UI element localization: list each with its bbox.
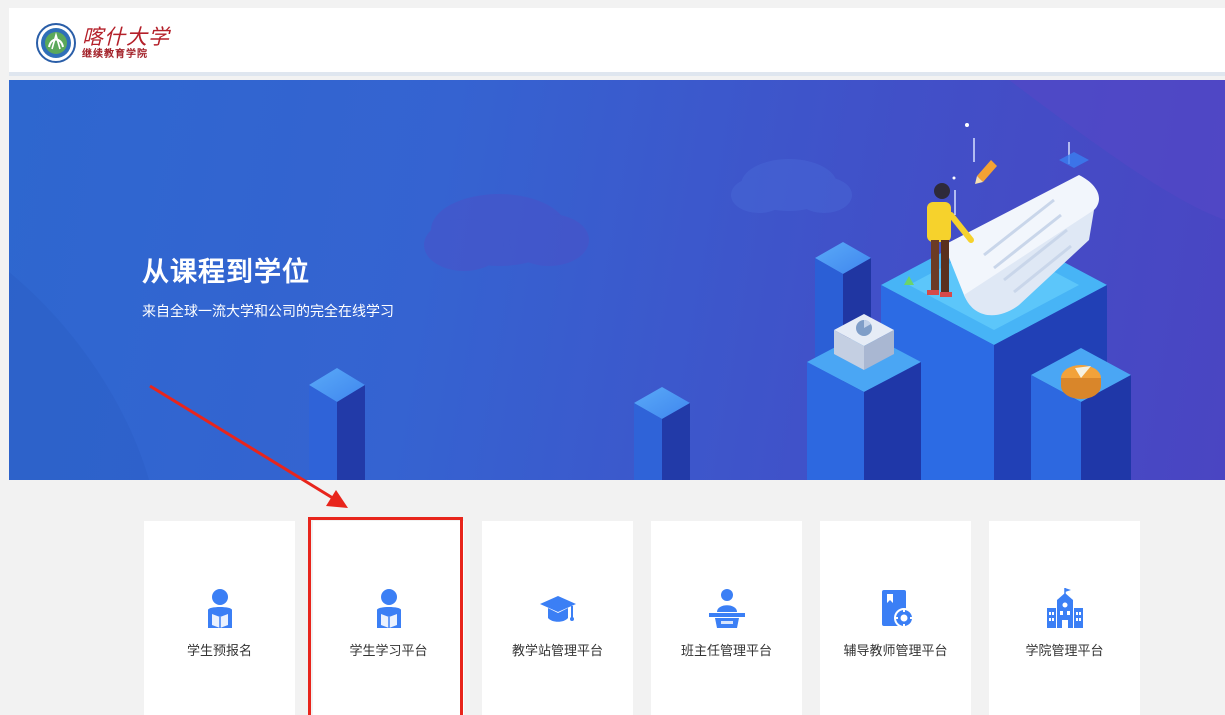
logo-subtitle: 继续教育学院 (82, 48, 148, 60)
card-tutor-platform[interactable]: 辅导教师管理平台 (820, 521, 971, 715)
card-label: 学生预报名 (186, 644, 252, 659)
lecturer-podium-icon (708, 589, 745, 628)
logo[interactable]: 喀什大学 继续教育学院 (36, 20, 170, 66)
card-college-admin-platform[interactable]: 学院管理平台 (989, 521, 1140, 715)
student-reading-icon (376, 589, 401, 628)
header-bar: 喀什大学 继续教育学院 (9, 8, 1225, 76)
card-student-learning-platform[interactable]: 学生学习平台 (313, 521, 464, 715)
hero-subtitle: 来自全球一流大学和公司的完全在线学习 (142, 304, 394, 320)
logo-title: 喀什大学 (82, 24, 170, 49)
card-label: 学院管理平台 (1025, 644, 1104, 659)
card-student-pre-registration[interactable]: 学生预报名 (144, 521, 295, 715)
card-teaching-station-platform[interactable]: 教学站管理平台 (482, 521, 633, 715)
hero-banner: 从课程到学位 来自全球一流大学和公司的完全在线学习 (9, 80, 1225, 480)
card-label: 学生学习平台 (349, 644, 428, 659)
book-gear-icon (881, 590, 914, 628)
graduation-cap-icon (539, 596, 576, 622)
card-label: 辅导教师管理平台 (843, 644, 948, 659)
hero-title: 从课程到学位 (142, 257, 310, 288)
page: 喀什大学 继续教育学院 从课程到学位 来自全球一流大学和公司的完全在线学习 学生… (0, 0, 1225, 715)
university-seal-icon (36, 23, 76, 63)
card-label: 班主任管理平台 (680, 644, 772, 659)
card-head-teacher-platform[interactable]: 班主任管理平台 (651, 521, 802, 715)
card-label: 教学站管理平台 (511, 644, 603, 659)
student-reading-icon (207, 589, 232, 628)
building-icon (1046, 588, 1083, 628)
